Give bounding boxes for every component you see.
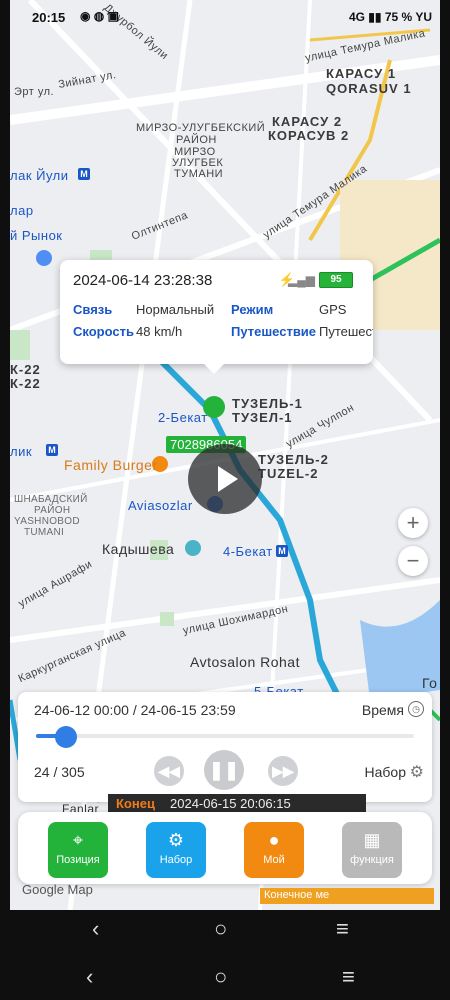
map-label-karasu2: КАРАСУ 2 bbox=[272, 114, 343, 129]
metro-icon: M bbox=[46, 444, 58, 456]
destination-label: Конечное ме bbox=[264, 889, 330, 901]
pause-button[interactable]: ❚❚ bbox=[204, 750, 244, 790]
back-icon[interactable]: ‹ bbox=[92, 916, 99, 942]
map-label-tuzel1: ТУЗЕЛЬ-1 bbox=[232, 396, 303, 411]
home-icon[interactable]: ○ bbox=[214, 964, 227, 990]
status-notification-icons: ◉ ◍ ▣ bbox=[80, 9, 119, 23]
bottom-navigation: ⌖ Позиция ⚙ Набор ● Мой ▦ функция bbox=[18, 812, 432, 884]
nav-settings[interactable]: ⚙ Набор bbox=[146, 822, 206, 878]
popup-datetime: 2024-06-14 23:28:38 bbox=[73, 272, 213, 289]
location-pin-icon: ⌖ bbox=[72, 830, 84, 850]
end-label: Конец bbox=[116, 796, 155, 811]
map-label-bekat4: 4-Бекат bbox=[223, 544, 273, 559]
map-label-yashnabad-uz2: TUMANI bbox=[24, 527, 65, 538]
nav-position[interactable]: ⌖ Позиция bbox=[48, 822, 108, 878]
user-icon: ● bbox=[268, 830, 280, 850]
nav-function[interactable]: ▦ функция bbox=[342, 822, 402, 878]
map-label-go: Го bbox=[422, 675, 438, 691]
map-label-family-burger: Family Burger bbox=[64, 457, 158, 473]
google-logo: Google Map bbox=[22, 882, 93, 897]
map-label-karasu1-uz: QORASUV 1 bbox=[326, 81, 412, 96]
map-label-k22a: К-22 bbox=[10, 362, 41, 377]
menu-icon[interactable]: ≡ bbox=[336, 916, 349, 942]
playback-settings-label[interactable]: Набор bbox=[365, 764, 407, 780]
menu-icon[interactable]: ≡ bbox=[342, 964, 355, 990]
status-bar: 20:15 ◉ ◍ ▣ 4G ▮▮ 75 % YU bbox=[10, 0, 440, 34]
map-label-ertepa: Эрт ул. bbox=[14, 86, 55, 98]
popup-value: Нормальный bbox=[136, 302, 215, 317]
vehicle-info-popup: 2024-06-14 23:28:38 ⚡ ▂▄▆ 95 Связь Норма… bbox=[60, 260, 373, 374]
playback-slider-track[interactable] bbox=[36, 734, 414, 738]
system-nav-bar: ‹ ○ ≡ bbox=[0, 906, 450, 952]
back-icon[interactable]: ‹ bbox=[86, 964, 93, 990]
status-battery: 75 % bbox=[384, 10, 413, 24]
popup-key: Связь bbox=[73, 302, 113, 317]
home-icon[interactable]: ○ bbox=[214, 916, 227, 942]
nav-position-label: Позиция bbox=[56, 854, 100, 866]
map-label-kadysheva: Кадышева bbox=[102, 541, 175, 557]
map-label-yashnabad2: РАЙОН bbox=[34, 505, 71, 516]
map-label-yashnabad-uz: YASHNOBOD bbox=[14, 516, 80, 527]
video-play-button[interactable] bbox=[188, 444, 262, 514]
map-label-tuzel2-uz: TUZEL-2 bbox=[258, 466, 319, 481]
map-label-yashnabad: ШНАБАДСКИЙ bbox=[14, 494, 88, 505]
map-label-mik: лик bbox=[10, 444, 33, 459]
map-label-mirzo-uz3: ТУМАНИ bbox=[174, 168, 224, 180]
status-extra: YU bbox=[415, 10, 432, 24]
metro-icon: M bbox=[276, 545, 288, 557]
signal-icon: ▮▮ bbox=[368, 10, 385, 24]
map-label-rynok: й Рынок bbox=[10, 228, 63, 243]
popup-key: Скорость bbox=[73, 324, 134, 339]
playback-mode-label[interactable]: Время bbox=[362, 702, 404, 718]
map-label-tuzel2: ТУЗЕЛЬ-2 bbox=[258, 452, 329, 467]
playback-slider-handle[interactable] bbox=[55, 726, 78, 748]
zoom-in-button[interactable]: + bbox=[398, 508, 428, 538]
popup-value: 48 km/h bbox=[136, 324, 183, 339]
end-value: 2024-06-15 20:06:15 bbox=[170, 796, 291, 811]
signal-bars-icon: ▂▄▆ bbox=[288, 273, 315, 287]
playback-panel: 24-06-12 00:00 / 24-06-15 23:59 Время ◷ … bbox=[18, 692, 432, 802]
system-nav-bar-2: ‹ ○ ≡ bbox=[0, 954, 450, 1000]
map-label-k22b: К-22 bbox=[10, 376, 41, 391]
status-network: 4G bbox=[348, 10, 365, 24]
gear-icon[interactable]: ⚙ bbox=[410, 762, 424, 782]
map-label-tuzel1-uz: ТУЗЕЛ-1 bbox=[232, 410, 293, 425]
nav-my-label: Мой bbox=[263, 854, 285, 866]
app-screen: 20:15 ◉ ◍ ▣ 4G ▮▮ 75 % YU Джурбол Йули Э… bbox=[10, 0, 440, 910]
playback-position: 24 / 305 bbox=[34, 764, 85, 780]
nav-function-label: функция bbox=[350, 854, 394, 866]
popup-key: Путешествие bbox=[231, 324, 317, 339]
end-time-bar: Конец 2024-06-15 20:06:15 bbox=[108, 794, 366, 814]
popup-value: Путешествовать 8 bbox=[319, 324, 373, 339]
grid-icon: ▦ bbox=[363, 830, 381, 850]
fast-forward-button[interactable]: ▶▶ bbox=[268, 756, 298, 786]
popup-key: Режим bbox=[231, 302, 274, 317]
map-label-bekat2: 2-Бекат bbox=[158, 410, 208, 425]
map-label-avtosalon: Avtosalon Rohat bbox=[190, 654, 300, 670]
map-label-mirzo2: РАЙОН bbox=[176, 134, 217, 146]
map-label-aviasozlar: Aviasozlar bbox=[128, 498, 193, 513]
map-label-ipak: лак Йули bbox=[10, 168, 69, 183]
rewind-button[interactable]: ◀◀ bbox=[154, 756, 184, 786]
popup-row-speed: Скорость 48 km/h Путешествие Путешествов… bbox=[73, 324, 373, 339]
playback-range[interactable]: 24-06-12 00:00 / 24-06-15 23:59 bbox=[34, 702, 236, 718]
popup-battery: 95 bbox=[319, 272, 353, 288]
map-label-karasu1: КАРАСУ 1 bbox=[326, 66, 397, 81]
popup-value: GPS bbox=[319, 302, 347, 317]
map-label-lar: лар bbox=[10, 203, 34, 218]
map-label-karasu2-uz: КОРАСУВ 2 bbox=[268, 128, 350, 143]
device-frame: 20:15 ◉ ◍ ▣ 4G ▮▮ 75 % YU Джурбол Йули Э… bbox=[0, 0, 450, 1000]
destination-banner: Конечное ме bbox=[260, 888, 434, 904]
gear-icon: ⚙ bbox=[167, 830, 185, 850]
status-time: 20:15 bbox=[32, 10, 66, 25]
popup-row-connection: Связь Нормальный Режим GPS bbox=[73, 302, 346, 317]
clock-icon[interactable]: ◷ bbox=[408, 701, 424, 717]
zoom-out-button[interactable]: − bbox=[398, 546, 428, 576]
map-label-mirzo: МИРЗО-УЛУГБЕКСКИЙ bbox=[136, 122, 266, 134]
nav-my[interactable]: ● Мой bbox=[244, 822, 304, 878]
status-right: 4G ▮▮ 75 % YU bbox=[349, 10, 432, 24]
metro-icon: M bbox=[78, 168, 90, 180]
nav-settings-label: Набор bbox=[159, 854, 193, 866]
